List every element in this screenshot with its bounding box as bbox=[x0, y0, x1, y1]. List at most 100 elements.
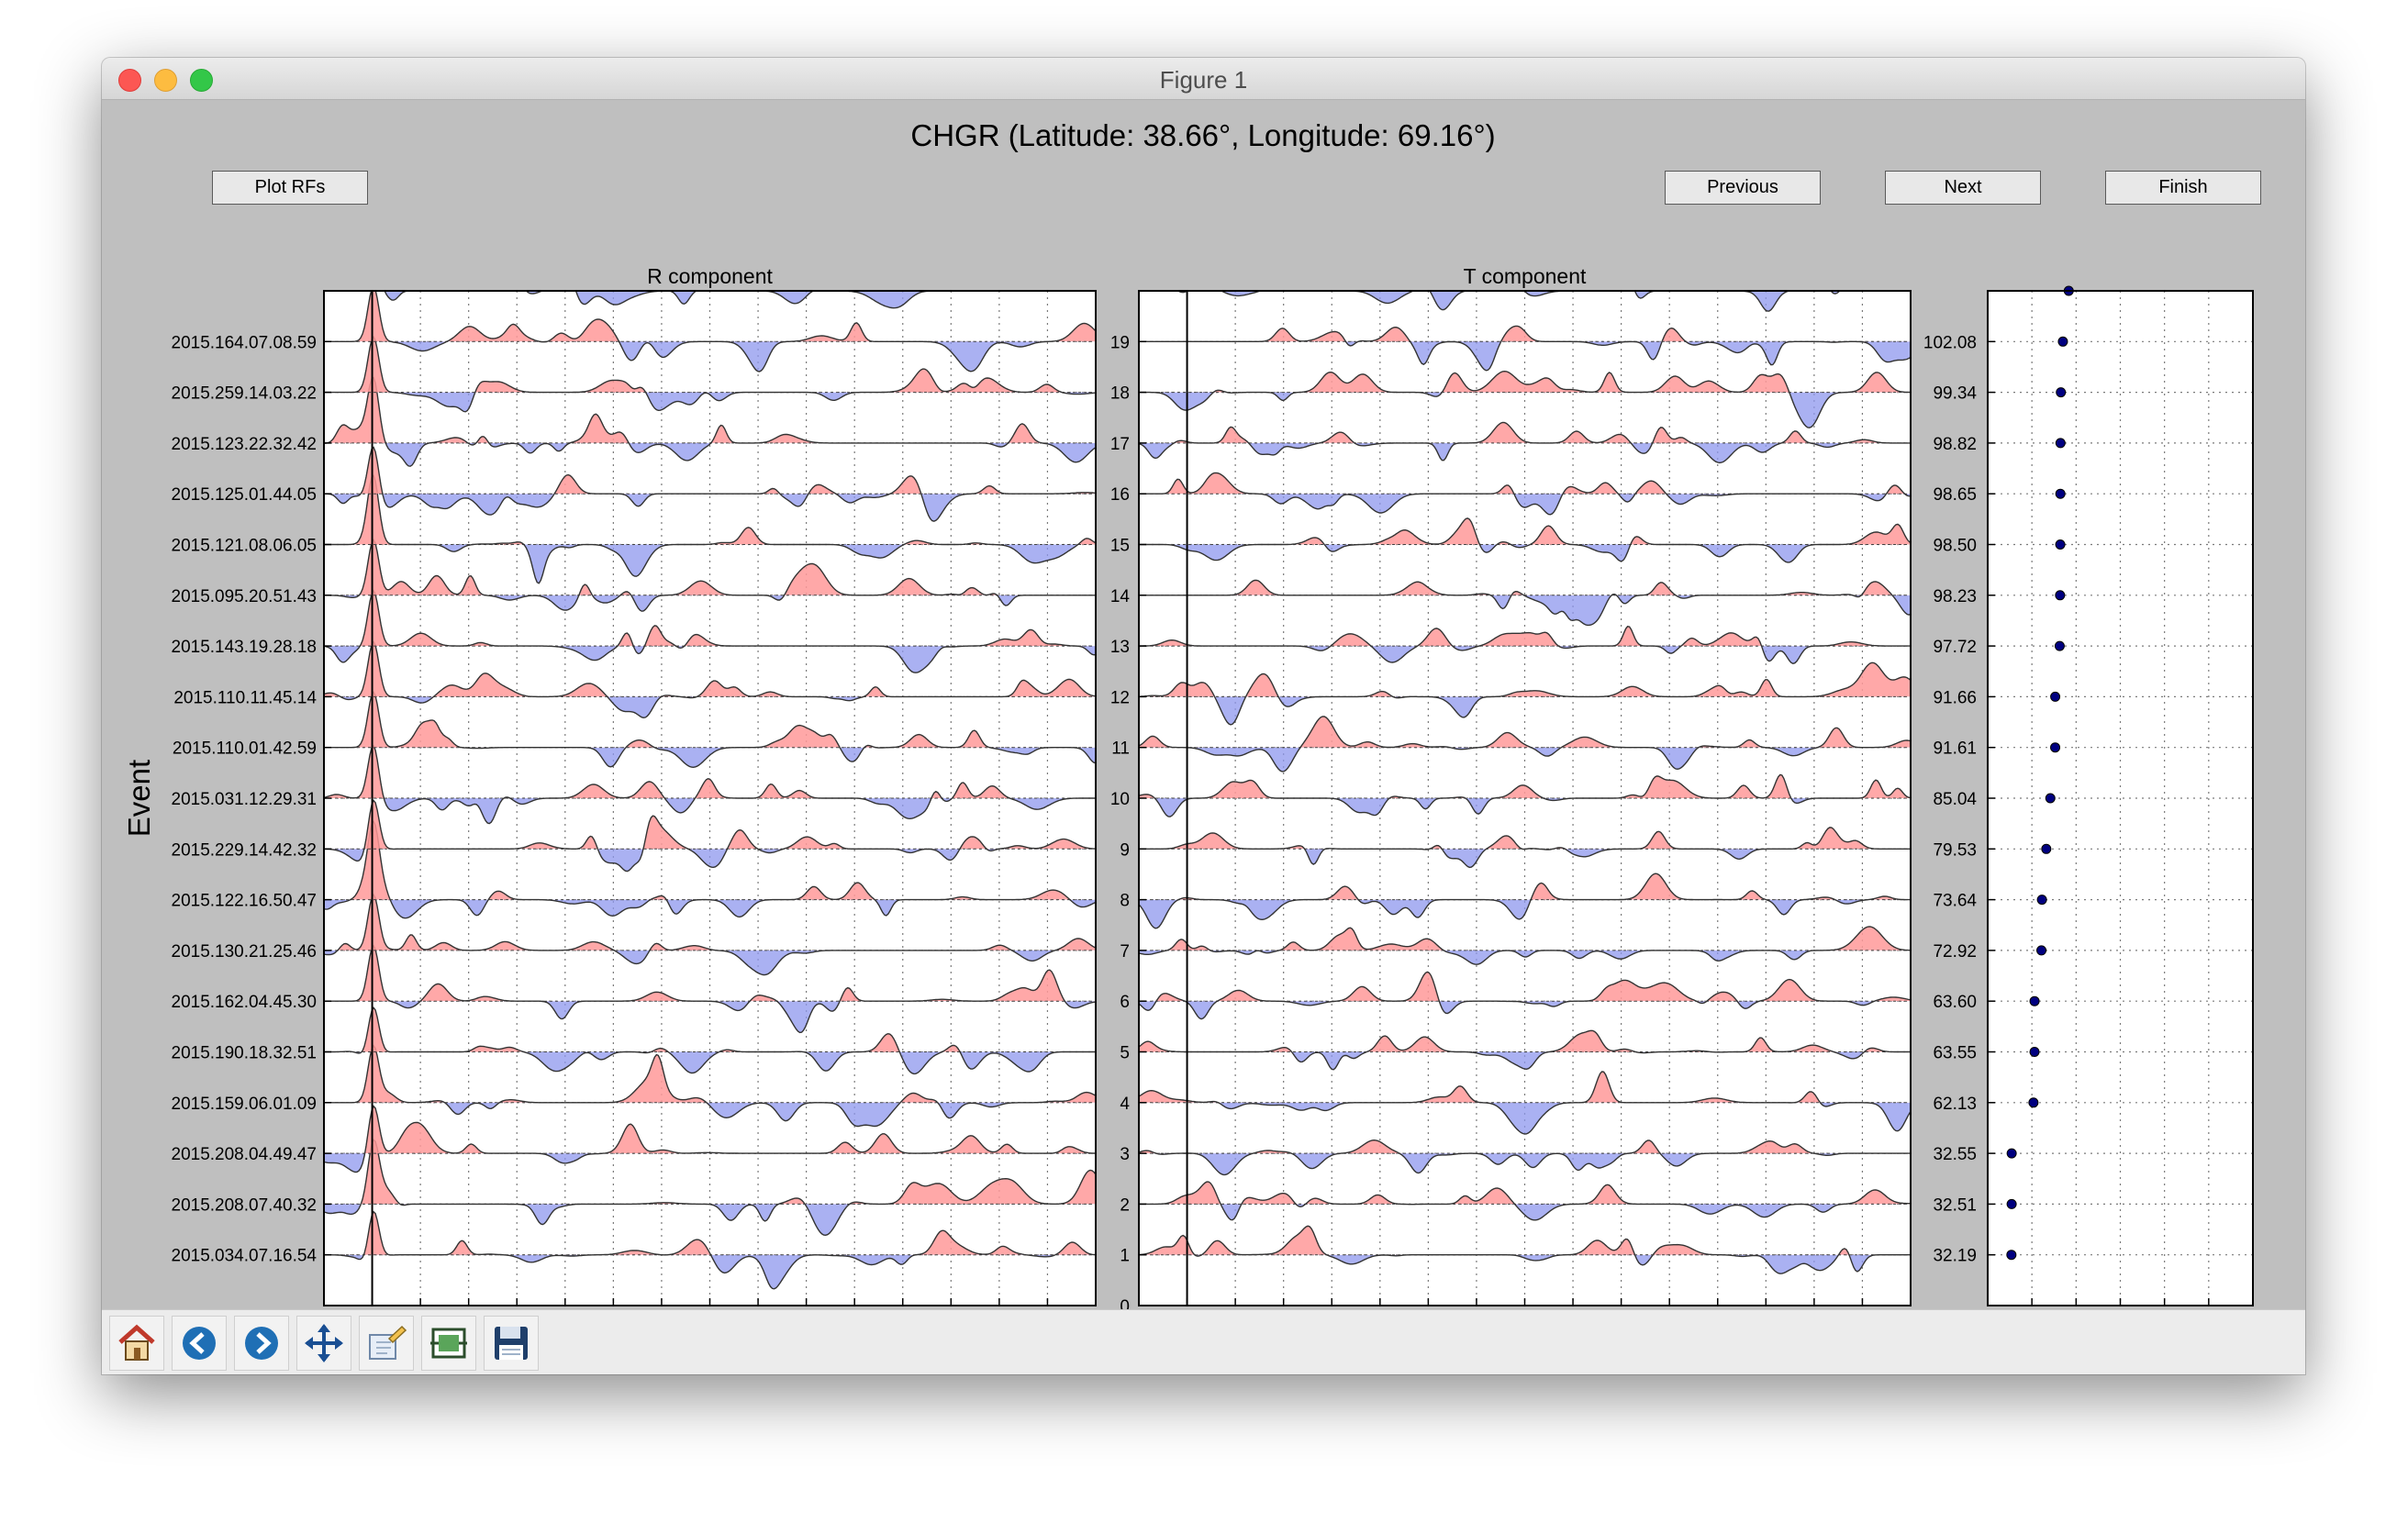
backazimuth-label: 63.55 bbox=[1933, 1044, 1977, 1063]
zoom-button[interactable] bbox=[359, 1316, 414, 1371]
t-ytick-label: 14 bbox=[1110, 587, 1131, 606]
backazimuth-point bbox=[2036, 895, 2047, 906]
event-label: 2015.095.20.51.43 bbox=[172, 587, 318, 606]
backazimuth-point bbox=[2006, 1148, 2017, 1159]
t-ytick-label: 6 bbox=[1120, 993, 1130, 1012]
forward-arrow-icon bbox=[245, 1327, 278, 1360]
event-label: 2015.259.14.03.22 bbox=[172, 384, 318, 404]
save-floppy-icon bbox=[495, 1327, 528, 1360]
event-label: 2015.125.01.44.05 bbox=[172, 485, 318, 505]
event-label: 2015.229.14.42.32 bbox=[172, 840, 318, 860]
backazimuth-label: 73.64 bbox=[1933, 892, 1977, 911]
t-ytick-label: 2 bbox=[1120, 1195, 1130, 1215]
backazimuth-label: 32.19 bbox=[1933, 1247, 1977, 1266]
t-ytick-label: 10 bbox=[1110, 790, 1130, 809]
event-label: 2015.031.12.29.31 bbox=[172, 790, 318, 809]
t-ytick-label: 13 bbox=[1110, 638, 1130, 657]
backazimuth-label: 63.60 bbox=[1933, 993, 1977, 1012]
t-ytick-label: 7 bbox=[1120, 942, 1130, 962]
finish-button[interactable]: Finish bbox=[2105, 171, 2261, 205]
backazimuth-label: 98.50 bbox=[1933, 537, 1977, 556]
t-ytick-label: 9 bbox=[1120, 840, 1130, 860]
event-label: 2015.110.01.42.59 bbox=[173, 739, 317, 759]
backazimuth-label: 98.65 bbox=[1933, 485, 1977, 505]
backazimuth-label: 91.61 bbox=[1933, 739, 1977, 759]
zoom-rect-icon bbox=[369, 1325, 407, 1360]
event-label: 2015.110.11.45.14 bbox=[173, 688, 317, 707]
t-ytick-label: 8 bbox=[1120, 892, 1130, 911]
next-button[interactable]: Next bbox=[1885, 171, 2041, 205]
backazimuth-label: 32.55 bbox=[1933, 1145, 1977, 1164]
backazimuth-label: 32.51 bbox=[1933, 1195, 1977, 1215]
r-ylabel: Event bbox=[122, 760, 156, 837]
backazimuth-label: 79.53 bbox=[1933, 840, 1977, 860]
pan-move-icon bbox=[305, 1324, 343, 1362]
t-ytick-label: 17 bbox=[1110, 435, 1130, 454]
back-button[interactable] bbox=[172, 1316, 227, 1371]
t-ytick-label: 1 bbox=[1120, 1247, 1130, 1266]
home-icon bbox=[118, 1324, 155, 1361]
backazimuth-label: 85.04 bbox=[1933, 790, 1977, 809]
backazimuth-label: 72.92 bbox=[1933, 942, 1977, 962]
subplots-button[interactable] bbox=[421, 1316, 476, 1371]
backazimuth-label: 97.72 bbox=[1933, 638, 1977, 657]
plot-rfs-button[interactable]: Plot RFs bbox=[212, 171, 368, 205]
event-label: 2015.034.07.16.54 bbox=[172, 1247, 318, 1266]
t-ytick-label: 15 bbox=[1110, 537, 1130, 556]
title-bar: Figure 1 bbox=[102, 58, 2305, 100]
backazimuth-point bbox=[2050, 691, 2061, 702]
backazimuth-label: 98.23 bbox=[1933, 587, 1977, 606]
t-ytick-label: 16 bbox=[1110, 485, 1130, 505]
t-component-panel: −2024681012141618202224262830Time after … bbox=[1110, 264, 1912, 1309]
backazimuth-point bbox=[2041, 843, 2052, 854]
backazimuth-point bbox=[2006, 1250, 2017, 1261]
backazimuth-label: 62.13 bbox=[1933, 1095, 1977, 1114]
backazimuth-point bbox=[2055, 539, 2066, 550]
back-arrow-icon bbox=[183, 1327, 216, 1360]
navigation-toolbar bbox=[102, 1309, 2305, 1374]
r-component-panel: −2024681012141618202224262830Time after … bbox=[122, 264, 1097, 1306]
backazimuth-point bbox=[2029, 995, 2040, 1006]
figure-suptitle: CHGR (Latitude: 38.66°, Longitude: 69.16… bbox=[910, 118, 1495, 152]
figure-canvas: CHGR (Latitude: 38.66°, Longitude: 69.16… bbox=[122, 118, 2254, 1309]
backazimuth-point bbox=[2029, 1047, 2040, 1057]
backazimuth-point bbox=[2028, 1097, 2039, 1108]
backazimuth-point bbox=[2050, 742, 2061, 753]
backazimuth-point bbox=[2055, 590, 2066, 601]
event-label: 2015.159.06.01.09 bbox=[172, 1095, 318, 1114]
event-label: 2015.162.04.45.30 bbox=[172, 993, 318, 1012]
t-ytick-label: 11 bbox=[1111, 739, 1130, 759]
backazimuth-point bbox=[2056, 387, 2067, 398]
t-title: T component bbox=[1464, 264, 1587, 288]
pan-button[interactable] bbox=[296, 1316, 351, 1371]
backazimuth-point bbox=[2045, 793, 2056, 804]
forward-button[interactable] bbox=[234, 1316, 289, 1371]
home-button[interactable] bbox=[109, 1316, 164, 1371]
t-ytick-label: 3 bbox=[1120, 1145, 1130, 1164]
event-label: 2015.164.07.08.59 bbox=[172, 333, 318, 352]
t-ytick-label: 5 bbox=[1120, 1044, 1130, 1063]
previous-button[interactable]: Previous bbox=[1665, 171, 1821, 205]
backazimuth-point bbox=[2036, 945, 2047, 956]
t-ytick-label: 0 bbox=[1120, 1297, 1130, 1309]
t-ytick-label: 12 bbox=[1110, 688, 1130, 707]
backazimuth-label: 91.66 bbox=[1933, 688, 1977, 707]
configure-subplots-icon bbox=[430, 1328, 467, 1359]
figure-window: Figure 1 CHGR (Latitude: 38.66°, Longitu… bbox=[102, 58, 2305, 1374]
backazimuth-point bbox=[2055, 438, 2066, 449]
event-label: 2015.208.07.40.32 bbox=[172, 1195, 318, 1215]
backazimuth-panel: 060120180240300360Backazimuth (°)32.1932… bbox=[1923, 285, 2254, 1306]
event-label: 2015.123.22.32.42 bbox=[172, 435, 318, 454]
event-label: 2015.208.04.49.47 bbox=[172, 1145, 318, 1164]
event-label: 2015.130.21.25.46 bbox=[172, 942, 318, 962]
t-ytick-label: 4 bbox=[1120, 1095, 1130, 1114]
r-title: R component bbox=[647, 264, 773, 288]
backazimuth-label: 98.82 bbox=[1933, 435, 1977, 454]
backazimuth-point bbox=[2057, 336, 2068, 347]
backazimuth-label: 102.08 bbox=[1923, 333, 1977, 352]
event-label: 2015.122.16.50.47 bbox=[172, 892, 318, 911]
backazimuth-point bbox=[2006, 1198, 2017, 1209]
save-button[interactable] bbox=[484, 1316, 539, 1371]
t-ytick-label: 18 bbox=[1110, 384, 1130, 404]
t-ytick-label: 19 bbox=[1110, 333, 1130, 352]
